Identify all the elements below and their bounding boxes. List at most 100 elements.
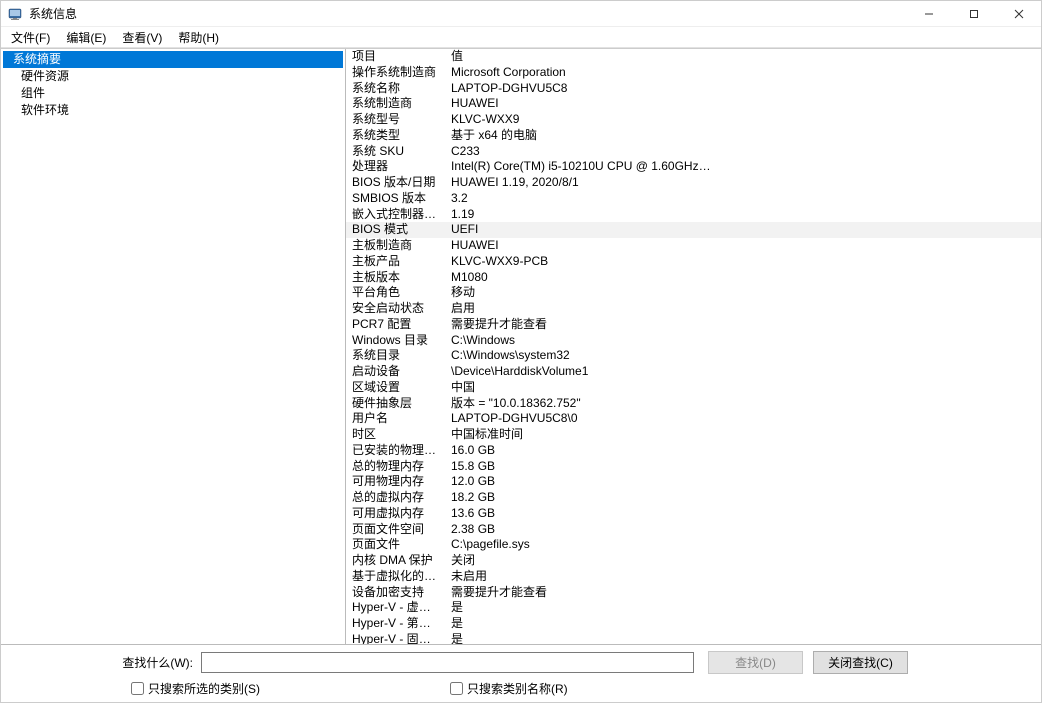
cell-value: 需要提升才能查看 [445, 585, 1041, 601]
menu-view[interactable]: 查看(V) [114, 27, 170, 48]
cell-value: 2.38 GB [445, 522, 1041, 538]
tree-software[interactable]: 软件环境 [3, 102, 343, 119]
table-row[interactable]: 处理器Intel(R) Core(TM) i5-10210U CPU @ 1.6… [346, 159, 1041, 175]
search-panel: 查找什么(W): 查找(D) 关闭查找(C) 只搜索所选的类别(S) 只搜索类别… [1, 644, 1041, 702]
cell-value: 16.0 GB [445, 443, 1041, 459]
table-row[interactable]: 用户名LAPTOP-DGHVU5C8\0 [346, 411, 1041, 427]
cell-item: 系统名称 [346, 81, 445, 97]
cell-value: 基于 x64 的电脑 [445, 128, 1041, 144]
table-row[interactable]: 主板制造商HUAWEI [346, 238, 1041, 254]
table-row[interactable]: PCR7 配置需要提升才能查看 [346, 317, 1041, 333]
table-row[interactable]: 设备加密支持需要提升才能查看 [346, 585, 1041, 601]
cell-value: 18.2 GB [445, 490, 1041, 506]
detail-scroll[interactable]: 项目 值 操作系统制造商Microsoft Corporation系统名称LAP… [346, 49, 1041, 644]
table-row[interactable]: SMBIOS 版本3.2 [346, 191, 1041, 207]
table-row[interactable]: 系统 SKUC233 [346, 144, 1041, 160]
table-row[interactable]: Hyper-V - 虚拟机…是 [346, 600, 1041, 616]
table-row[interactable]: 安全启动状态启用 [346, 301, 1041, 317]
cell-item: 处理器 [346, 159, 445, 175]
table-row[interactable]: 系统制造商HUAWEI [346, 96, 1041, 112]
window-controls [906, 1, 1041, 27]
cell-value: 启用 [445, 301, 1041, 317]
cell-item: Hyper-V - 固件中… [346, 632, 445, 644]
table-row[interactable]: 总的物理内存15.8 GB [346, 459, 1041, 475]
checkbox-selected-category-input[interactable] [131, 682, 144, 695]
cell-value: LAPTOP-DGHVU5C8 [445, 81, 1041, 97]
cell-value: C:\Windows\system32 [445, 348, 1041, 364]
cell-value: C:\Windows [445, 333, 1041, 349]
table-row[interactable]: 页面文件C:\pagefile.sys [346, 537, 1041, 553]
cell-value: 15.8 GB [445, 459, 1041, 475]
table-row[interactable]: 内核 DMA 保护关闭 [346, 553, 1041, 569]
table-row[interactable]: 基于虚拟化的安全性未启用 [346, 569, 1041, 585]
table-row[interactable]: 页面文件空间2.38 GB [346, 522, 1041, 538]
table-row[interactable]: 嵌入式控制器版本1.19 [346, 207, 1041, 223]
table-row[interactable]: Hyper-V - 第二级…是 [346, 616, 1041, 632]
tree-hardware[interactable]: 硬件资源 [3, 68, 343, 85]
cell-value: HUAWEI [445, 96, 1041, 112]
search-input[interactable] [201, 652, 694, 673]
table-row[interactable]: Hyper-V - 固件中…是 [346, 632, 1041, 644]
search-label: 查找什么(W): [11, 654, 201, 671]
table-row[interactable]: 启动设备\Device\HarddiskVolume1 [346, 364, 1041, 380]
cell-value: 中国 [445, 380, 1041, 396]
table-row[interactable]: 系统名称LAPTOP-DGHVU5C8 [346, 81, 1041, 97]
menu-help[interactable]: 帮助(H) [170, 27, 227, 48]
cell-item: BIOS 版本/日期 [346, 175, 445, 191]
table-row[interactable]: 操作系统制造商Microsoft Corporation [346, 65, 1041, 81]
cell-value: 12.0 GB [445, 474, 1041, 490]
menu-file[interactable]: 文件(F) [3, 27, 58, 48]
find-button[interactable]: 查找(D) [708, 651, 803, 674]
cell-item: 系统型号 [346, 112, 445, 128]
checkbox-category-names[interactable]: 只搜索类别名称(R) [450, 680, 568, 697]
table-row[interactable]: 主板产品KLVC-WXX9-PCB [346, 254, 1041, 270]
column-value[interactable]: 值 [445, 49, 1041, 65]
maximize-button[interactable] [951, 1, 996, 27]
cell-value: 是 [445, 632, 1041, 644]
table-row[interactable]: 已安装的物理内存(…16.0 GB [346, 443, 1041, 459]
cell-item: BIOS 模式 [346, 222, 445, 238]
cell-item: 安全启动状态 [346, 301, 445, 317]
tree-system-summary[interactable]: 系统摘要 [3, 51, 343, 68]
cell-value: LAPTOP-DGHVU5C8\0 [445, 411, 1041, 427]
table-row[interactable]: BIOS 版本/日期HUAWEI 1.19, 2020/8/1 [346, 175, 1041, 191]
menu-edit[interactable]: 编辑(E) [58, 27, 114, 48]
cell-item: 内核 DMA 保护 [346, 553, 445, 569]
table-row[interactable]: 平台角色移动 [346, 285, 1041, 301]
cell-value: C233 [445, 144, 1041, 160]
table-row[interactable]: 系统类型基于 x64 的电脑 [346, 128, 1041, 144]
table-row[interactable]: 系统型号KLVC-WXX9 [346, 112, 1041, 128]
tree-components[interactable]: 组件 [3, 85, 343, 102]
cell-item: 硬件抽象层 [346, 396, 445, 412]
table-row[interactable]: 系统目录C:\Windows\system32 [346, 348, 1041, 364]
cell-item: SMBIOS 版本 [346, 191, 445, 207]
menubar: 文件(F) 编辑(E) 查看(V) 帮助(H) [1, 27, 1041, 48]
table-row[interactable]: 时区中国标准时间 [346, 427, 1041, 443]
close-find-button[interactable]: 关闭查找(C) [813, 651, 908, 674]
cell-item: 操作系统制造商 [346, 65, 445, 81]
cell-value: 是 [445, 600, 1041, 616]
cell-value: HUAWEI [445, 238, 1041, 254]
table-row[interactable]: 总的虚拟内存18.2 GB [346, 490, 1041, 506]
checkbox-category-names-input[interactable] [450, 682, 463, 695]
cell-item: Windows 目录 [346, 333, 445, 349]
table-row[interactable]: BIOS 模式UEFI [346, 222, 1041, 238]
cell-item: 总的虚拟内存 [346, 490, 445, 506]
table-row[interactable]: 主板版本M1080 [346, 270, 1041, 286]
cell-value: UEFI [445, 222, 1041, 238]
close-button[interactable] [996, 1, 1041, 27]
checkbox-selected-category[interactable]: 只搜索所选的类别(S) [131, 680, 260, 697]
minimize-button[interactable] [906, 1, 951, 27]
category-tree[interactable]: 系统摘要 硬件资源 组件 软件环境 [1, 49, 346, 644]
cell-item: 启动设备 [346, 364, 445, 380]
table-row[interactable]: 硬件抽象层版本 = "10.0.18362.752" [346, 396, 1041, 412]
cell-item: 区域设置 [346, 380, 445, 396]
cell-value: \Device\HarddiskVolume1 [445, 364, 1041, 380]
column-item[interactable]: 项目 [346, 49, 445, 65]
detail-pane: 项目 值 操作系统制造商Microsoft Corporation系统名称LAP… [346, 49, 1041, 644]
table-row[interactable]: 可用物理内存12.0 GB [346, 474, 1041, 490]
table-row[interactable]: 可用虚拟内存13.6 GB [346, 506, 1041, 522]
table-row[interactable]: 区域设置中国 [346, 380, 1041, 396]
cell-value: Intel(R) Core(TM) i5-10210U CPU @ 1.60GH… [445, 159, 1041, 175]
table-row[interactable]: Windows 目录C:\Windows [346, 333, 1041, 349]
